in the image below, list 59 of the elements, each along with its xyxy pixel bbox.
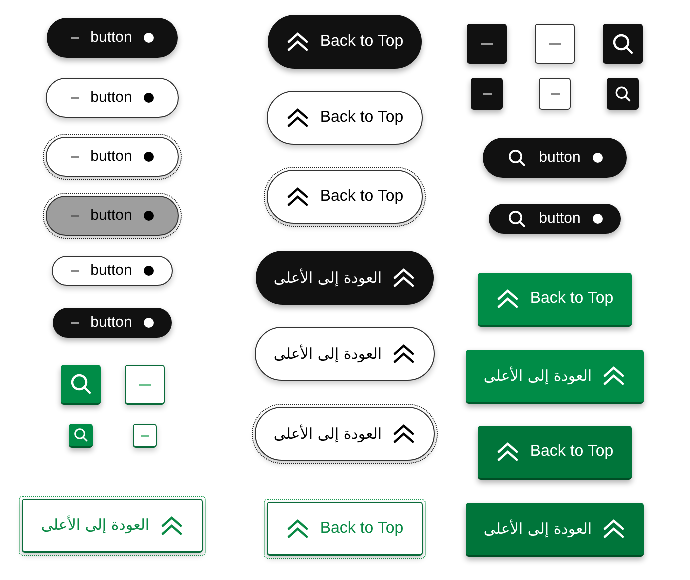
icon-button[interactable] xyxy=(471,78,503,110)
icon-button[interactable] xyxy=(132,424,156,448)
button[interactable]: العودة إلى الأعلى xyxy=(256,251,434,305)
button[interactable]: button xyxy=(483,138,627,178)
double-chevron-up-icon xyxy=(496,287,520,311)
double-chevron-up-icon xyxy=(286,106,310,130)
button[interactable]: Back to Top xyxy=(478,426,632,480)
icon-button[interactable] xyxy=(124,365,164,405)
button[interactable]: Back to Top xyxy=(267,170,423,224)
double-chevron-up-icon xyxy=(392,342,416,366)
button[interactable]: العودة إلى الأعلى xyxy=(466,350,644,404)
minus-icon xyxy=(70,322,79,324)
search-icon xyxy=(614,85,632,103)
button[interactable]: العودة إلى الأعلى xyxy=(22,499,203,553)
double-chevron-up-icon xyxy=(286,30,310,54)
button[interactable]: العودة إلى الأعلى xyxy=(254,407,436,461)
minus-icon xyxy=(549,43,561,45)
double-chevron-up-icon xyxy=(160,514,184,538)
button[interactable]: button xyxy=(46,196,180,236)
button[interactable]: Back to Top xyxy=(268,15,422,69)
search-icon xyxy=(611,32,635,56)
minus-icon xyxy=(70,37,79,39)
search-button[interactable] xyxy=(60,365,100,405)
minus-icon xyxy=(140,434,148,436)
button[interactable]: button xyxy=(489,204,621,234)
search-icon xyxy=(507,209,528,229)
double-chevron-up-icon xyxy=(286,516,310,540)
search-button[interactable] xyxy=(603,24,643,64)
button[interactable]: Back to Top xyxy=(267,91,423,145)
double-chevron-up-icon xyxy=(392,422,416,446)
double-chevron-up-icon xyxy=(602,517,626,541)
minus-icon xyxy=(70,97,79,99)
minus-icon xyxy=(70,270,79,272)
icon-button[interactable] xyxy=(539,78,571,110)
button[interactable]: button xyxy=(46,18,178,58)
minus-icon xyxy=(70,215,79,217)
icon-button[interactable] xyxy=(535,24,575,64)
button[interactable]: Back to Top xyxy=(267,502,423,556)
button[interactable]: button xyxy=(46,137,180,177)
search-icon xyxy=(507,148,528,168)
minus-icon xyxy=(70,156,79,158)
search-icon xyxy=(72,427,88,443)
minus-icon xyxy=(482,93,492,95)
double-chevron-up-icon xyxy=(286,185,310,209)
button[interactable]: button xyxy=(52,308,172,338)
double-chevron-up-icon xyxy=(602,364,626,388)
search-button[interactable] xyxy=(68,424,92,448)
search-icon xyxy=(68,372,92,396)
button[interactable]: button xyxy=(46,78,180,118)
minus-icon xyxy=(550,93,560,95)
button[interactable]: Back to Top xyxy=(478,273,632,327)
double-chevron-up-icon xyxy=(496,440,520,464)
search-button[interactable] xyxy=(607,78,639,110)
minus-icon xyxy=(481,43,493,45)
minus-icon xyxy=(138,384,150,386)
button[interactable]: button xyxy=(52,256,174,286)
button[interactable]: العودة إلى الأعلى xyxy=(466,503,644,557)
button[interactable]: العودة إلى الأعلى xyxy=(254,327,436,381)
double-chevron-up-icon xyxy=(392,266,416,290)
